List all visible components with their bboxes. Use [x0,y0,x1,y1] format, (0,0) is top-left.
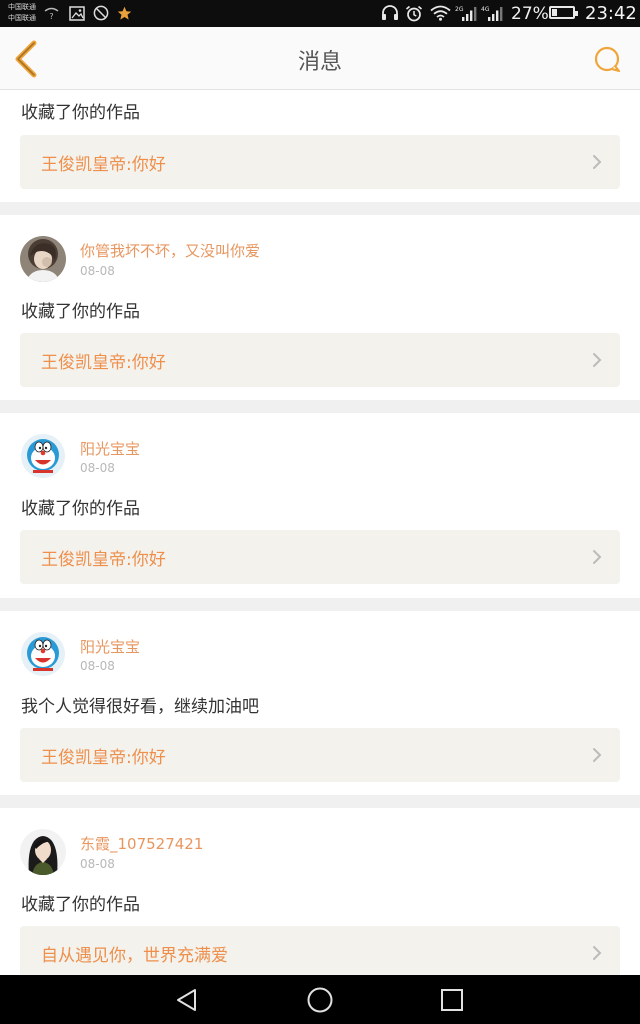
avatar-photo [20,829,66,875]
signal-1-tech: 2G [455,6,464,13]
message-card: 东霞_107527421 08-08 收藏了你的作品 自从遇见你，世界充满爱 [0,808,640,975]
wifi-question-icon: ? [43,5,59,21]
work-title: 王俊凯皇帝:你好 [41,748,166,768]
signal-2-tech: 4G [481,6,490,13]
username[interactable]: 你管我坏不坏，又没叫你爱 [80,240,260,261]
no-entry-icon [92,5,109,21]
chevron-right-icon [593,550,602,564]
recents-square-icon [441,989,463,1011]
username[interactable]: 阳光宝宝 [80,636,140,657]
nav-home-button[interactable] [305,985,335,1015]
screen: 中国联通 中国联通 ? 2G 4G 27% 23:42 消息 收藏了你的作品 王… [0,0,640,1024]
star-icon [116,5,132,21]
battery-level [552,9,557,16]
message-card: 阳光宝宝 08-08 收藏了你的作品 王俊凯皇帝:你好 [0,413,640,598]
status-bar: 中国联通 中国联通 ? 2G 4G 27% 23:42 [0,0,640,27]
work-link[interactable]: 王俊凯皇帝:你好 [20,135,620,189]
work-title: 王俊凯皇帝:你好 [41,550,166,570]
message-card: 你管我坏不坏，又没叫你爱 08-08 收藏了你的作品 王俊凯皇帝:你好 [0,215,640,400]
message-date: 08-08 [80,461,115,475]
svg-text:?: ? [49,12,53,20]
message-date: 08-08 [80,659,115,673]
image-icon [68,5,85,21]
carrier-1: 中国联通 [8,3,36,11]
work-title: 王俊凯皇帝:你好 [41,353,166,373]
carrier-labels: 中国联通 中国联通 [8,2,36,24]
nav-back-button[interactable] [172,985,202,1015]
alarm-icon [405,5,423,21]
message-text: 我个人觉得很好看，继续加油吧 [21,697,259,717]
app-header: 消息 [0,27,640,90]
message-text: 收藏了你的作品 [21,302,140,322]
message-text: 收藏了你的作品 [21,499,140,519]
page-title: 消息 [297,50,342,75]
message-text: 收藏了你的作品 [21,103,140,123]
chat-bubble-icon [594,46,621,73]
system-nav-bar [0,975,640,1024]
wifi-icon [429,5,451,21]
work-link[interactable]: 自从遇见你，世界充满爱 [20,926,620,975]
carrier-2: 中国联通 [8,14,36,22]
work-link[interactable]: 王俊凯皇帝:你好 [20,530,620,584]
chat-button[interactable] [588,41,626,79]
message-list[interactable]: 收藏了你的作品 王俊凯皇帝:你好 你管我坏不坏，又没叫你爱 08-08 收藏了你… [0,90,640,975]
signal-icon: 2G [455,5,479,21]
avatar[interactable] [20,236,66,282]
avatar-doraemon [20,631,66,677]
work-link[interactable]: 王俊凯皇帝:你好 [20,333,620,387]
clock: 23:42 [585,3,637,24]
back-triangle-icon [177,989,196,1011]
avatar-photo [20,236,66,282]
battery-percent: 27% [511,4,549,24]
headphones-icon [381,5,399,21]
work-link[interactable]: 王俊凯皇帝:你好 [20,728,620,782]
nav-recents-button[interactable] [437,985,467,1015]
signal-icon: 4G [481,5,505,21]
message-card: 收藏了你的作品 王俊凯皇帝:你好 [0,90,640,202]
message-date: 08-08 [80,857,115,871]
username[interactable]: 阳光宝宝 [80,438,140,459]
username[interactable]: 东霞_107527421 [80,833,203,854]
work-title: 自从遇见你，世界充满爱 [41,946,228,966]
chevron-right-icon [593,946,602,960]
chevron-right-icon [593,748,602,762]
avatar-doraemon [20,433,66,479]
message-text: 收藏了你的作品 [21,895,140,915]
avatar[interactable] [20,433,66,479]
chevron-right-icon [593,155,602,169]
home-circle-icon [307,987,333,1013]
avatar[interactable] [20,829,66,875]
avatar[interactable] [20,631,66,677]
message-card: 阳光宝宝 08-08 我个人觉得很好看，继续加油吧 王俊凯皇帝:你好 [0,611,640,795]
chevron-right-icon [593,353,602,367]
work-title: 王俊凯皇帝:你好 [41,155,166,175]
message-date: 08-08 [80,264,115,278]
battery-icon [549,6,578,19]
